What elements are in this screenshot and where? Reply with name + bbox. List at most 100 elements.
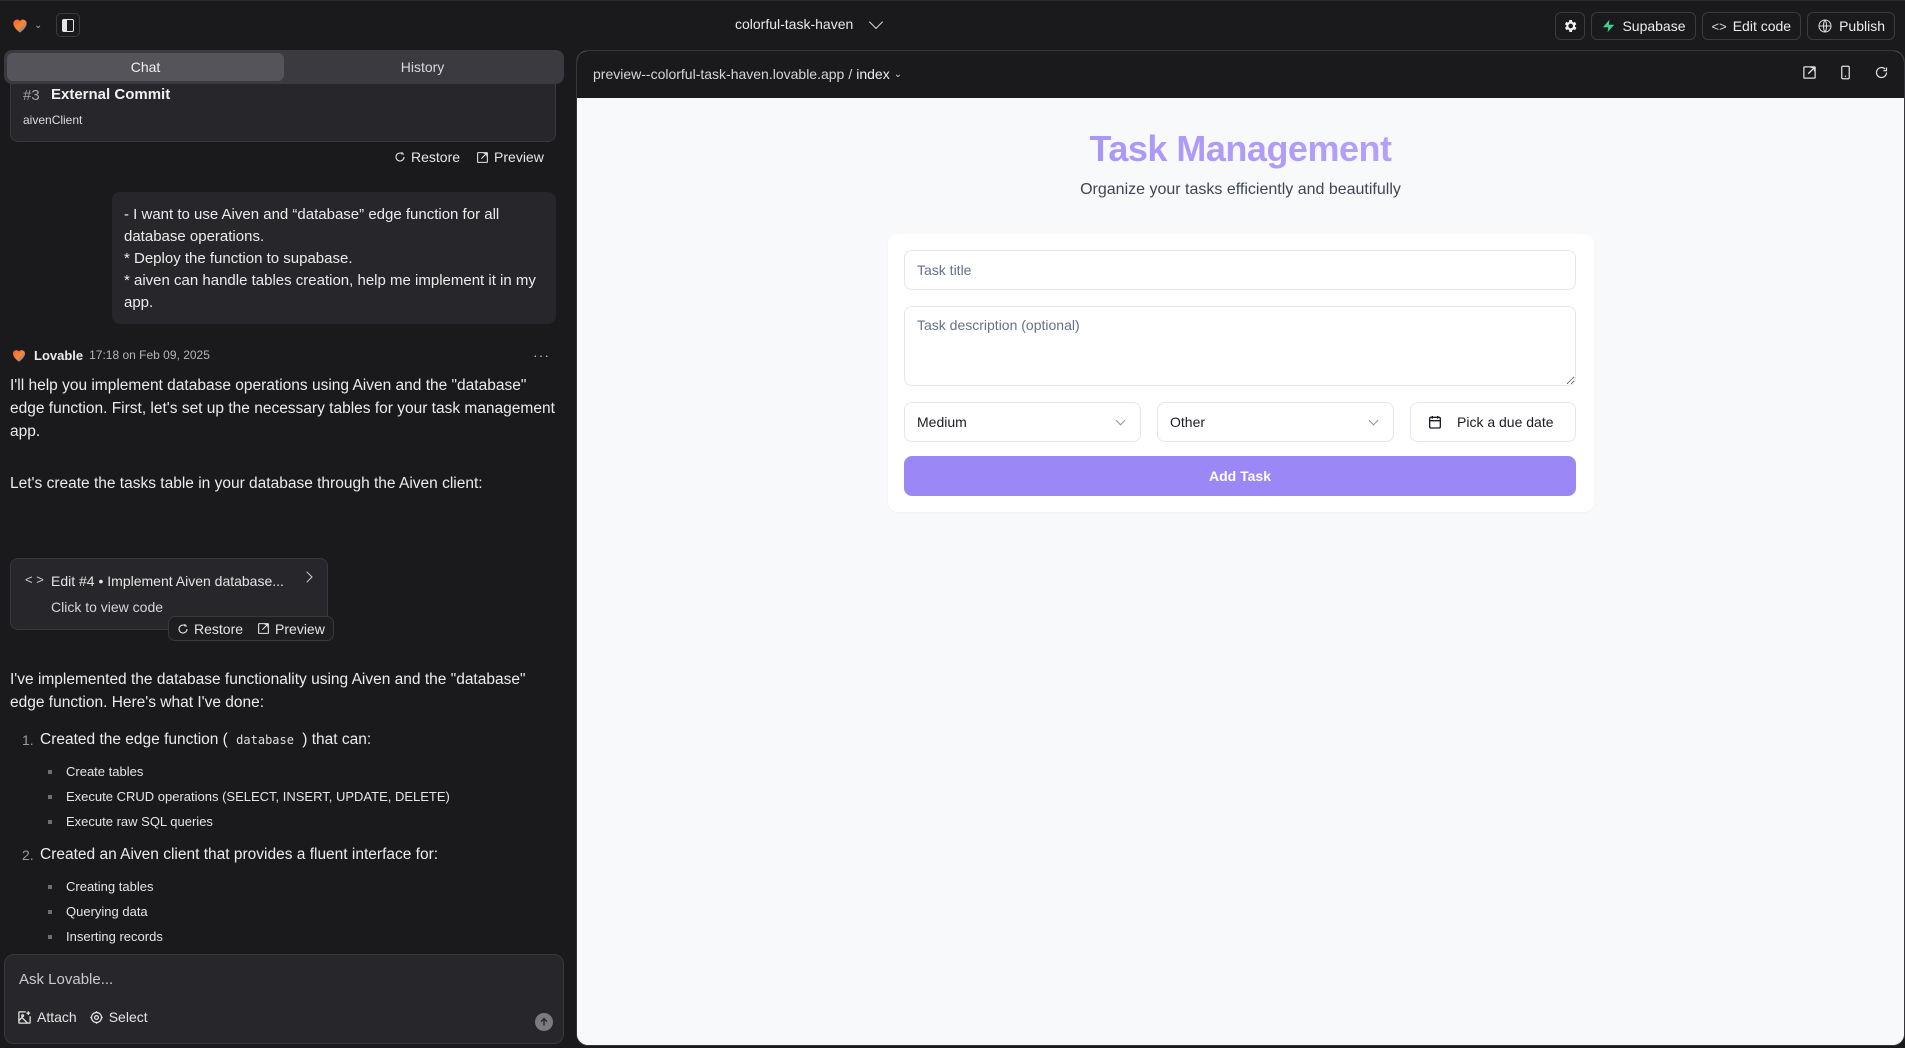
step-number: 1. [22,732,34,748]
commit-actions: Restore Preview [394,149,544,165]
panel-left-icon [62,18,74,32]
add-task-button[interactable]: Add Task [904,456,1576,496]
select-button[interactable]: Select [89,1009,148,1025]
globe-icon [1818,19,1832,33]
step-number: 2. [22,847,34,863]
project-name: colorful-task-haven [735,16,854,32]
supabase-icon [1603,19,1615,33]
list-item: Creating tables [40,874,556,899]
chevron-down-icon: ⌄ [893,68,903,80]
chat-messages[interactable]: #3 External Commit aivenClient Restore P… [0,84,566,992]
user-message-line: - I want to use Aiven and “database” edg… [124,206,500,245]
edit-code-label: Edit code [1732,18,1792,34]
chevron-down-icon [1115,415,1126,425]
image-plus-icon [18,1010,31,1024]
top-bar: ⌄ colorful-task-haven Supabase <> Edit c… [0,0,1905,48]
supabase-button[interactable]: Supabase [1591,12,1696,40]
ai-paragraph: I've implemented the database functional… [10,671,526,711]
chevron-down-icon [1368,415,1379,425]
list-item: Execute raw SQL queries [40,809,556,834]
user-message: - I want to use Aiven and “database” edg… [112,192,556,324]
restore-icon [178,623,188,634]
tab-chat[interactable]: Chat [7,53,284,81]
open-external-button[interactable] [1802,65,1818,81]
user-message-line: * Deploy the function to supabase. [124,250,353,267]
external-link-icon [477,151,488,163]
list-item: Querying data [40,899,556,924]
commit-subtitle: aivenClient [23,113,83,127]
edit-code-button[interactable]: <> Edit code [1701,12,1802,40]
step-text: Created the edge function ( [40,731,228,748]
target-icon [89,1010,103,1024]
calendar-icon [1429,416,1441,429]
project-menu-button[interactable]: ⌄ [10,15,42,35]
edit-title: Edit #4 • Implement Aiven database... [51,573,284,589]
inline-code: database [236,733,294,747]
attach-button[interactable]: Attach [17,1009,77,1025]
preview-toolbar: preview--colorful-task-haven.lovable.app… [577,51,1904,98]
step-text: ) that can: [302,731,372,748]
preview-button[interactable]: Preview [476,149,544,165]
app-preview: Task Management Organize your tasks effi… [577,98,1904,1045]
lovable-avatar-icon [13,350,25,362]
send-button[interactable] [535,1013,553,1031]
commit-number: #3 [23,87,40,104]
arrow-up-icon [540,1017,548,1026]
list-item: Inserting records [40,924,556,949]
edit-actions: Restore Preview [168,616,334,641]
ai-author: Lovable [34,347,84,363]
chevron-down-icon [869,14,884,29]
settings-button[interactable] [1555,12,1586,40]
chat-input[interactable] [19,967,519,991]
task-description-input[interactable] [904,306,1576,386]
project-title-dropdown[interactable]: colorful-task-haven [735,14,884,32]
restore-label: Restore [411,149,461,165]
restore-icon [395,152,405,162]
priority-select[interactable]: Medium [904,402,1141,442]
chevron-right-icon [301,571,313,583]
publish-button[interactable]: Publish [1807,12,1895,40]
category-select[interactable]: Other [1157,402,1394,442]
ai-paragraph: Let's create the tasks table in your dat… [10,475,483,492]
commit-title: External Commit [51,86,171,103]
url-host: preview--colorful-task-haven.lovable.app [593,66,845,82]
restore-button[interactable]: Restore [394,149,460,165]
ai-timestamp: 17:18 on Feb 09, 2025 [89,348,210,362]
category-value: Other [1170,414,1206,430]
refresh-button[interactable] [1874,65,1890,81]
chat-tabs: Chat History [4,50,564,84]
code-icon: <> [1711,18,1727,34]
list-item: Create tables [40,759,556,784]
chat-panel: Chat History #3 External Commit aivenCli… [0,48,566,1048]
url-separator: / [848,66,853,82]
step-text: Created an Aiven client that provides a … [40,846,439,863]
preview-label: Preview [275,620,325,637]
priority-value: Medium [917,414,967,430]
restore-button[interactable]: Restore [177,621,243,637]
lovable-logo-icon [13,19,27,33]
preview-button[interactable]: Preview [257,621,325,637]
due-date-button[interactable]: Pick a due date [1410,402,1576,442]
tab-history[interactable]: History [284,53,561,81]
select-label: Select [108,1009,148,1025]
app-title: Task Management [577,128,1904,170]
app-subtitle: Organize your tasks efficiently and beau… [1080,181,1401,198]
list-item: Execute CRUD operations (SELECT, INSERT,… [40,784,556,809]
publish-label: Publish [1839,18,1885,34]
supabase-label: Supabase [1622,18,1686,34]
external-link-icon [258,623,269,634]
preview-label: Preview [494,149,544,165]
task-title-input[interactable] [904,250,1576,290]
url-page: index [856,66,890,82]
due-date-label: Pick a due date [1457,414,1554,430]
more-options-icon[interactable]: ··· [533,347,550,363]
restore-label: Restore [194,620,244,637]
mobile-view-button[interactable] [1838,65,1854,81]
sidebar-toggle-button[interactable] [56,13,80,37]
steps-list: 1. Created the edge function ( database … [10,729,556,992]
commit-card[interactable]: #3 External Commit aivenClient [10,84,556,142]
external-link-icon [1803,66,1816,79]
smartphone-icon [1841,65,1850,80]
step-item: 1. Created the edge function ( database … [10,729,556,834]
preview-url[interactable]: preview--colorful-task-haven.lovable.app… [593,66,902,82]
